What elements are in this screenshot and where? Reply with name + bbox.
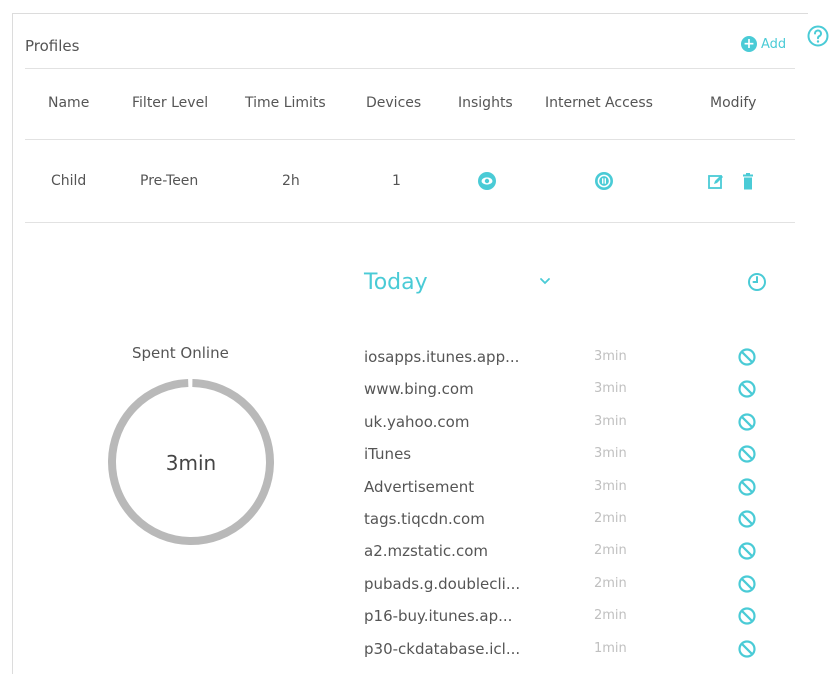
profile-name: Child <box>51 173 87 189</box>
period-label: Today <box>364 270 428 295</box>
column-header-insights: Insights <box>458 95 513 111</box>
site-duration: 3min <box>594 381 627 397</box>
spent-online-value: 3min <box>165 451 217 475</box>
block-icon[interactable] <box>737 477 757 497</box>
table-divider <box>25 139 795 140</box>
site-duration: 3min <box>594 446 627 462</box>
profile-time-limit: 2h <box>282 173 300 189</box>
list-item: p16-buy.itunes.ap... 2min <box>362 600 782 632</box>
list-item: tags.tiqcdn.com 2min <box>362 503 782 535</box>
list-item: Advertisement 3min <box>362 471 782 503</box>
eye-icon[interactable] <box>477 171 497 191</box>
list-item: www.bing.com 3min <box>362 373 782 405</box>
plus-circle-icon: + <box>741 36 757 52</box>
site-domain: pubads.g.doublecli... <box>364 574 521 593</box>
block-icon[interactable] <box>737 541 757 561</box>
block-icon[interactable] <box>737 347 757 367</box>
site-duration: 2min <box>594 543 627 559</box>
spent-online-label: Spent Online <box>132 344 229 362</box>
site-domain: a2.mzstatic.com <box>364 542 488 561</box>
site-duration: 1min <box>594 640 627 656</box>
site-domain: p30-ckdatabase.icl... <box>364 639 521 658</box>
site-duration: 2min <box>594 608 627 624</box>
site-duration: 2min <box>594 575 627 591</box>
site-duration: 3min <box>594 349 627 364</box>
pause-icon[interactable] <box>594 171 614 191</box>
profile-filter-level: Pre-Teen <box>140 173 199 189</box>
site-domain: iTunes <box>364 445 412 464</box>
site-duration: 3min <box>594 478 627 494</box>
block-icon[interactable] <box>737 606 757 626</box>
edit-icon[interactable] <box>707 173 725 191</box>
column-header-modify: Modify <box>710 95 757 111</box>
add-profile-button[interactable]: + Add <box>741 36 786 52</box>
list-item: uk.yahoo.com 3min <box>362 406 782 438</box>
chevron-down-icon <box>540 278 550 285</box>
block-icon[interactable] <box>737 574 757 594</box>
column-header-time-limits: Time Limits <box>245 95 326 111</box>
site-duration: 3min <box>594 413 627 429</box>
column-header-devices: Devices <box>366 95 422 111</box>
block-icon[interactable] <box>737 509 757 529</box>
block-icon[interactable] <box>737 379 757 399</box>
site-domain: uk.yahoo.com <box>364 412 470 431</box>
site-domain: Advertisement <box>364 477 475 496</box>
site-domain: www.bing.com <box>364 380 474 399</box>
profile-devices: 1 <box>392 173 401 189</box>
list-item: iosapps.itunes.app... 3min <box>362 341 782 373</box>
page-title: Profiles <box>25 37 80 55</box>
column-header-internet-access: Internet Access <box>545 95 653 111</box>
list-item: a2.mzstatic.com 2min <box>362 535 782 567</box>
column-header-filter-level: Filter Level <box>132 95 209 111</box>
header-divider <box>25 68 795 69</box>
period-dropdown[interactable]: Today <box>362 266 562 300</box>
column-header-name: Name <box>48 95 90 111</box>
row-divider <box>25 222 795 223</box>
trash-icon[interactable] <box>741 173 755 191</box>
list-item: iTunes 3min <box>362 438 782 470</box>
block-icon[interactable] <box>737 412 757 432</box>
block-icon[interactable] <box>737 639 757 659</box>
site-domain: p16-buy.itunes.ap... <box>364 607 513 626</box>
help-icon[interactable] <box>806 24 829 48</box>
site-duration: 2min <box>594 511 627 526</box>
clock-icon[interactable] <box>747 272 767 292</box>
site-domain: iosapps.itunes.app... <box>364 348 520 366</box>
add-label: Add <box>761 36 787 52</box>
list-item: p30-ckdatabase.icl... 1min <box>362 633 782 665</box>
site-domain: tags.tiqcdn.com <box>364 510 485 528</box>
list-item: pubads.g.doublecli... 2min <box>362 568 782 600</box>
block-icon[interactable] <box>737 444 757 464</box>
